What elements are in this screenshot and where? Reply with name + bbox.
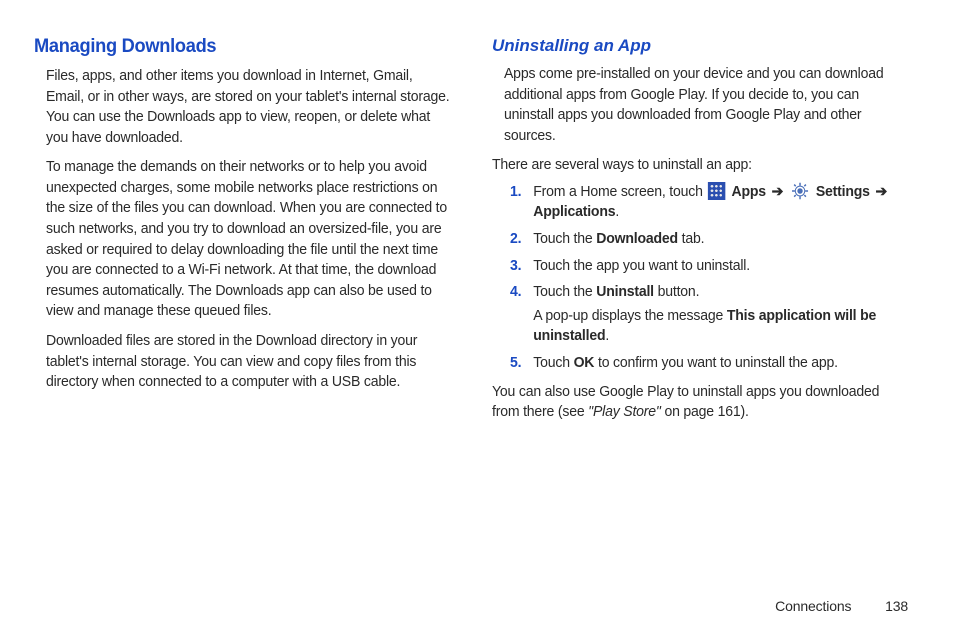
step-text: Touch the: [533, 284, 596, 300]
para-left-3: Downloaded files are stored in the Downl…: [46, 331, 450, 393]
page-columns: Managing Downloads Files, apps, and othe…: [34, 36, 920, 429]
heading-uninstalling-app: Uninstalling an App: [492, 36, 920, 56]
step-number: 1.: [510, 182, 521, 203]
step-4: 4. Touch the Uninstall button. A pop-up …: [510, 282, 908, 347]
step-text: Touch the: [533, 231, 596, 247]
period: .: [615, 204, 619, 220]
step-5: 5. Touch OK to confirm you want to unins…: [510, 353, 908, 374]
step-number: 4.: [510, 282, 521, 303]
step-text: tab.: [678, 231, 704, 247]
play-store-ref: "Play Store": [588, 404, 661, 420]
right-column: Uninstalling an App Apps come pre-instal…: [492, 36, 920, 429]
para-left-2: To manage the demands on their networks …: [46, 157, 450, 322]
para-text: on page 161).: [661, 404, 749, 420]
step-text: Touch the app you want to uninstall.: [533, 258, 750, 274]
step-2: 2. Touch the Downloaded tab.: [510, 229, 908, 250]
step-3: 3. Touch the app you want to uninstall.: [510, 256, 908, 277]
step-text: A pop-up displays the message: [533, 308, 727, 324]
arrow-icon: ➔: [772, 182, 784, 203]
uninstall-label: Uninstall: [596, 284, 654, 300]
heading-managing-downloads: Managing Downloads: [34, 36, 445, 58]
step-4-sub: A pop-up displays the message This appli…: [533, 306, 907, 347]
step-text: to confirm you want to uninstall the app…: [594, 355, 838, 371]
para-right-3: You can also use Google Play to uninstal…: [492, 382, 907, 423]
settings-label: Settings: [816, 184, 870, 200]
downloaded-label: Downloaded: [596, 231, 678, 247]
apps-label: Apps: [732, 184, 766, 200]
step-number: 5.: [510, 353, 521, 374]
step-text: Touch: [533, 355, 573, 371]
steps-list: 1. From a Home screen, touch Apps ➔: [510, 182, 920, 374]
page-footer: Connections 138: [775, 598, 908, 614]
para-left-1: Files, apps, and other items you downloa…: [46, 66, 450, 148]
applications-label: Applications: [533, 204, 615, 220]
period: .: [605, 328, 609, 344]
footer-page-number: 138: [885, 598, 908, 614]
step-number: 3.: [510, 256, 521, 277]
step-1: 1. From a Home screen, touch Apps ➔: [510, 182, 908, 223]
para-right-1: Apps come pre-installed on your device a…: [504, 64, 908, 146]
left-column: Managing Downloads Files, apps, and othe…: [34, 36, 462, 429]
footer-section: Connections: [775, 598, 851, 614]
step-text: From a Home screen, touch: [533, 184, 706, 200]
arrow-icon: ➔: [875, 182, 887, 203]
apps-icon: [707, 182, 724, 200]
settings-icon: [792, 182, 809, 200]
step-number: 2.: [510, 229, 521, 250]
para-right-2: There are several ways to uninstall an a…: [492, 155, 907, 176]
step-text: button.: [654, 284, 699, 300]
ok-label: OK: [574, 355, 595, 371]
